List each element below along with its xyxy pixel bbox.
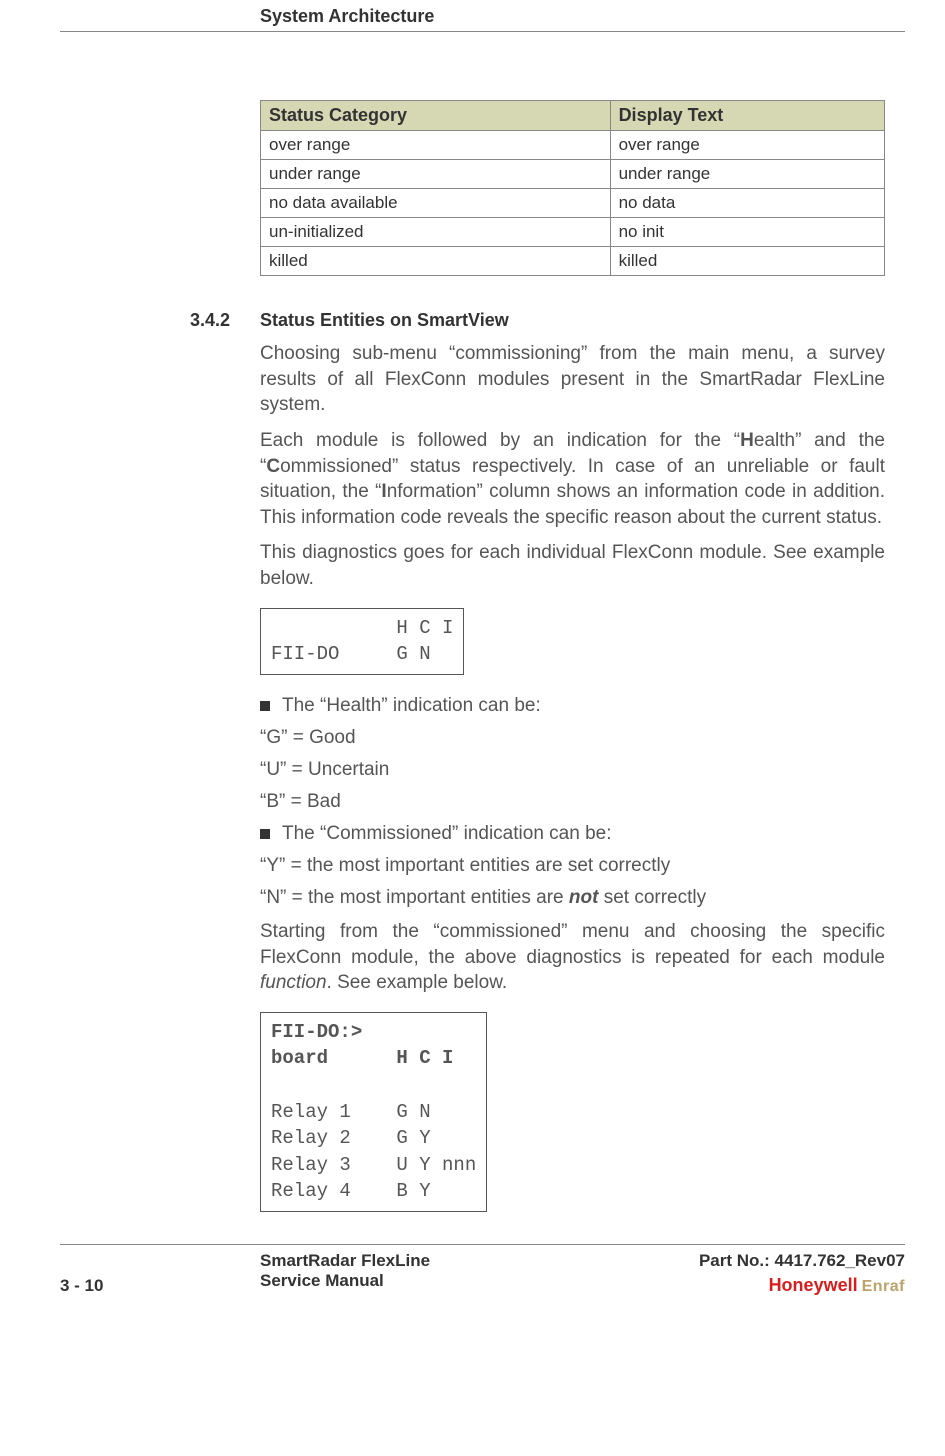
bullet-text: The “Commissioned” indication can be:: [282, 823, 612, 845]
bullet-item: The “Health” indication can be:: [260, 695, 885, 717]
table-cell: killed: [261, 247, 611, 276]
table-cell: killed: [610, 247, 884, 276]
paragraph: Starting from the “commissioned” menu an…: [260, 919, 885, 996]
code-line: FII-DO:>: [271, 1021, 362, 1043]
text: set correctly: [598, 887, 706, 908]
definition-line: “B” = Bad: [260, 791, 885, 813]
paragraph: Choosing sub-menu “commissioning” from t…: [260, 341, 885, 418]
text: Each module is followed by an indication…: [260, 430, 740, 451]
bold-letter: H: [740, 430, 754, 451]
table-cell: under range: [610, 160, 884, 189]
brand-logo: HoneywellEnraf: [699, 1275, 905, 1296]
honeywell-logo: Honeywell: [769, 1275, 858, 1295]
definition-line: “N” = the most important entities are no…: [260, 887, 885, 909]
paragraph: Each module is followed by an indication…: [260, 428, 885, 531]
bullet-text: The “Health” indication can be:: [282, 695, 541, 717]
bold-letter: C: [266, 456, 280, 477]
code-line: Relay 4 B Y: [271, 1180, 431, 1202]
footer-line: SmartRadar FlexLine: [260, 1251, 699, 1271]
page-number: 3 - 10: [60, 1276, 260, 1296]
code-line: Relay 1 G N: [271, 1101, 431, 1123]
text: Starting from the “commissioned” menu an…: [260, 921, 885, 968]
table-row: no data available no data: [261, 189, 885, 218]
bullet-square-icon: [260, 829, 270, 839]
table-row: under range under range: [261, 160, 885, 189]
definition-line: “G” = Good: [260, 727, 885, 749]
footer-part-number: Part No.: 4417.762_Rev07 HoneywellEnraf: [699, 1251, 905, 1296]
code-line: board H C I: [271, 1047, 453, 1069]
section-title: Status Entities on SmartView: [260, 310, 509, 331]
table-cell: no data: [610, 189, 884, 218]
table-cell: no data available: [261, 189, 611, 218]
code-line: Relay 2 G Y: [271, 1127, 431, 1149]
page-footer: 3 - 10 SmartRadar FlexLine Service Manua…: [60, 1244, 905, 1296]
definition-line: “Y” = the most important entities are se…: [260, 855, 885, 877]
table-header: Status Category: [261, 101, 611, 131]
code-example: FII-DO:> board H C I Relay 1 G N Relay 2…: [260, 1012, 487, 1212]
part-number: Part No.: 4417.762_Rev07: [699, 1251, 905, 1271]
table-row: un-initialized no init: [261, 218, 885, 247]
footer-title: SmartRadar FlexLine Service Manual: [260, 1251, 699, 1291]
status-table: Status Category Display Text over range …: [260, 100, 885, 276]
text: “N” = the most important entities are: [260, 887, 569, 908]
code-line: Relay 3 U Y nnn: [271, 1154, 476, 1176]
emphasis: function: [260, 972, 327, 993]
table-header: Display Text: [610, 101, 884, 131]
paragraph: This diagnostics goes for each individua…: [260, 540, 885, 591]
emphasis: not: [569, 887, 599, 908]
section-number: 3.4.2: [190, 310, 260, 331]
bullet-item: The “Commissioned” indication can be:: [260, 823, 885, 845]
table-cell: no init: [610, 218, 884, 247]
section-heading: 3.4.2 Status Entities on SmartView: [190, 310, 905, 331]
table-cell: un-initialized: [261, 218, 611, 247]
table-cell: under range: [261, 160, 611, 189]
code-example: H C I FII-DO G N: [260, 608, 464, 675]
table-cell: over range: [261, 131, 611, 160]
enraf-logo: Enraf: [862, 1278, 905, 1295]
table-row: killed killed: [261, 247, 885, 276]
bullet-square-icon: [260, 701, 270, 711]
table-cell: over range: [610, 131, 884, 160]
text: . See example below.: [327, 972, 508, 993]
footer-line: Service Manual: [260, 1271, 699, 1291]
definition-line: “U” = Uncertain: [260, 759, 885, 781]
chapter-header: System Architecture: [60, 6, 905, 32]
table-row: over range over range: [261, 131, 885, 160]
